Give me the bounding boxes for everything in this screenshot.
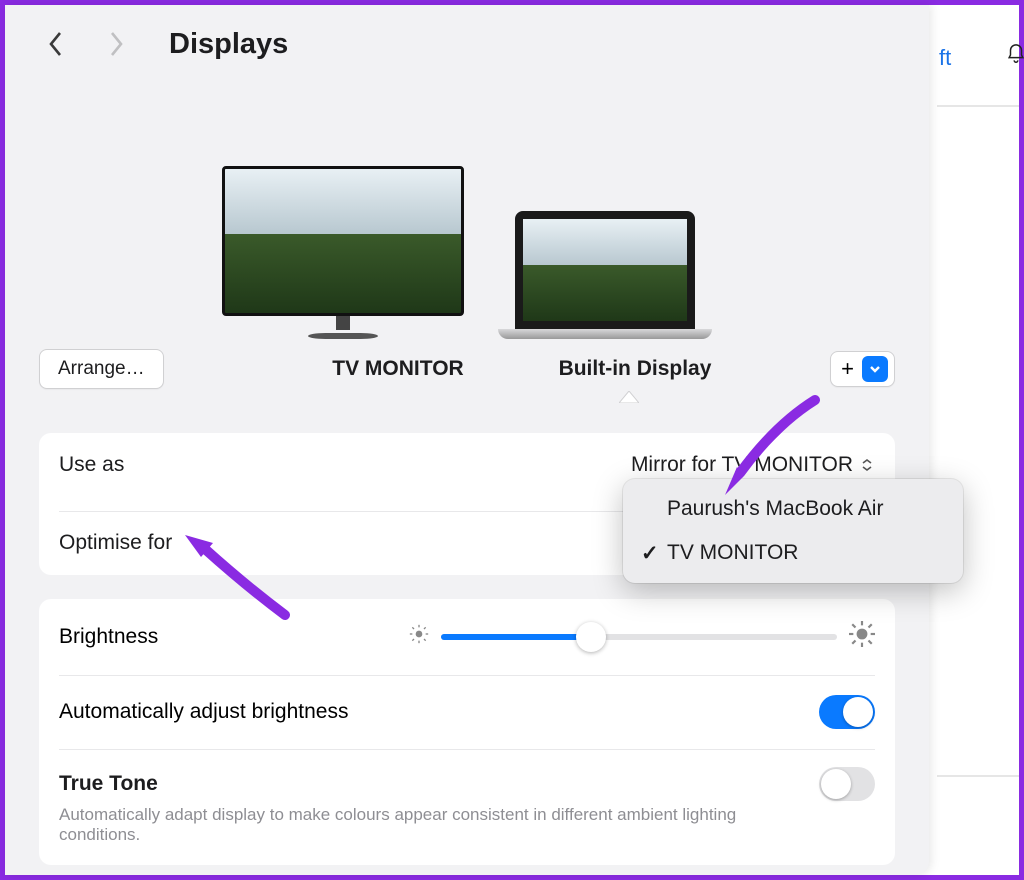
builtin-display-label: Built-in Display [535, 357, 735, 381]
brightness-label: Brightness [59, 625, 389, 649]
arrange-button[interactable]: Arrange… [39, 349, 164, 389]
brightness-high-icon [849, 621, 875, 653]
auto-brightness-toggle[interactable] [819, 695, 875, 729]
plus-icon: + [841, 356, 854, 382]
add-display-dropdown[interactable] [862, 356, 888, 382]
optimise-for-popover: Paurush's MacBook Air TV MONITOR [623, 479, 963, 583]
true-tone-description: Automatically adapt display to make colo… [59, 805, 779, 845]
display-settings-group-2: Brightness Automatically adjust brightne… [39, 599, 895, 865]
tv-monitor-label: TV MONITOR [277, 357, 519, 381]
display-preview-area: Arrange… TV MONITOR Built-in Display + [5, 71, 929, 401]
popover-item-macbook[interactable]: Paurush's MacBook Air [623, 487, 963, 531]
brightness-slider[interactable] [441, 634, 837, 640]
true-tone-toggle[interactable] [819, 767, 875, 801]
builtin-display-preview[interactable] [498, 211, 712, 339]
brightness-low-icon [409, 624, 429, 650]
system-settings-displays-window: Displays Arrange… TV MONITOR Built-in Di… [5, 5, 929, 875]
add-display-button[interactable]: + [830, 351, 895, 387]
page-title: Displays [169, 28, 288, 61]
true-tone-row: True Tone Automatically adapt display to… [39, 749, 895, 865]
optimise-for-label: Optimise for [59, 531, 172, 555]
true-tone-label: True Tone [59, 772, 158, 796]
selected-display-indicator [619, 390, 639, 402]
forward-button[interactable] [99, 27, 133, 61]
tv-monitor-preview[interactable] [222, 166, 464, 339]
popover-item-tv-monitor[interactable]: TV MONITOR [623, 531, 963, 575]
header-bar: Displays [5, 5, 929, 71]
background-link-fragment: ft [939, 45, 951, 71]
back-button[interactable] [39, 27, 73, 61]
use-as-value[interactable]: Mirror for TV MONITOR [631, 453, 875, 477]
auto-brightness-label: Automatically adjust brightness [59, 700, 348, 724]
chevron-up-down-icon [859, 457, 875, 473]
use-as-label: Use as [59, 453, 124, 477]
bell-icon [1005, 43, 1024, 70]
brightness-row: Brightness [39, 599, 895, 675]
auto-brightness-row: Automatically adjust brightness [39, 675, 895, 749]
